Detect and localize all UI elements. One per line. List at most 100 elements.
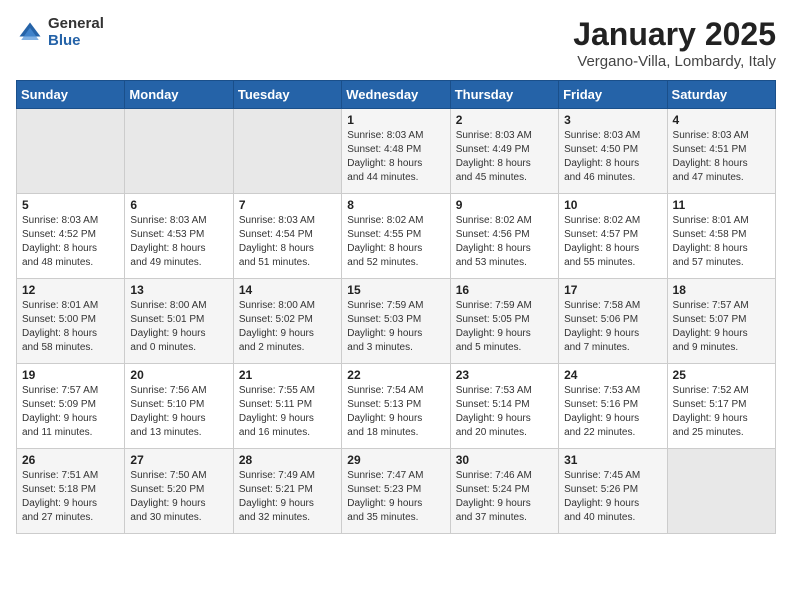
day-number: 20 [130, 368, 227, 382]
calendar-cell: 13Sunrise: 8:00 AM Sunset: 5:01 PM Dayli… [125, 279, 233, 364]
day-info: Sunrise: 7:54 AM Sunset: 5:13 PM Dayligh… [347, 384, 444, 440]
calendar-week-5: 26Sunrise: 7:51 AM Sunset: 5:18 PM Dayli… [17, 449, 776, 534]
day-info: Sunrise: 8:02 AM Sunset: 4:55 PM Dayligh… [347, 214, 444, 270]
day-info: Sunrise: 7:59 AM Sunset: 5:03 PM Dayligh… [347, 299, 444, 355]
header-wednesday: Wednesday [342, 81, 450, 109]
day-info: Sunrise: 8:03 AM Sunset: 4:50 PM Dayligh… [564, 129, 661, 185]
day-info: Sunrise: 8:01 AM Sunset: 4:58 PM Dayligh… [673, 214, 770, 270]
day-number: 10 [564, 198, 661, 212]
day-info: Sunrise: 7:53 AM Sunset: 5:14 PM Dayligh… [456, 384, 553, 440]
header-saturday: Saturday [667, 81, 775, 109]
calendar-cell: 5Sunrise: 8:03 AM Sunset: 4:52 PM Daylig… [17, 194, 125, 279]
calendar-cell [17, 109, 125, 194]
calendar-cell: 9 Sunrise: 8:02 AM Sunset: 4:56 PM Daylig… [450, 194, 558, 279]
day-number: 24 [564, 368, 661, 382]
calendar-cell [125, 109, 233, 194]
day-number: 30 [456, 453, 553, 467]
calendar-cell: 14Sunrise: 8:00 AM Sunset: 5:02 PM Dayli… [233, 279, 341, 364]
calendar-cell: 16 Sunrise: 7:59 AM Sunset: 5:05 PM Dayli… [450, 279, 558, 364]
day-number: 12 [22, 283, 119, 297]
header-sunday: Sunday [17, 81, 125, 109]
day-number: 27 [130, 453, 227, 467]
calendar-cell: 1 Sunrise: 8:03 AM Sunset: 4:48 PM Daylig… [342, 109, 450, 194]
calendar-subtitle: Vergano-Villa, Lombardy, Italy [573, 53, 776, 70]
calendar-header: Sunday Monday Tuesday Wednesday Thursday… [17, 81, 776, 109]
day-number: 11 [673, 198, 770, 212]
day-info: Sunrise: 7:59 AM Sunset: 5:05 PM Dayligh… [456, 299, 553, 355]
calendar-cell: 27 Sunrise: 7:50 AM Sunset: 5:20 PM Dayli… [125, 449, 233, 534]
day-info: Sunrise: 8:00 AM Sunset: 5:01 PM Dayligh… [130, 299, 227, 355]
calendar-cell: 15 Sunrise: 7:59 AM Sunset: 5:03 PM Dayli… [342, 279, 450, 364]
title-block: January 2025 Vergano-Villa, Lombardy, It… [573, 16, 776, 70]
day-number: 2 [456, 113, 553, 127]
day-info: Sunrise: 7:58 AM Sunset: 5:06 PM Dayligh… [564, 299, 661, 355]
day-info: Sunrise: 8:03 AM Sunset: 4:52 PM Dayligh… [22, 214, 119, 270]
calendar-cell: 7 Sunrise: 8:03 AM Sunset: 4:54 PM Daylig… [233, 194, 341, 279]
day-number: 7 [239, 198, 336, 212]
logo-icon [16, 19, 44, 47]
calendar-cell: 2 Sunrise: 8:03 AM Sunset: 4:49 PM Daylig… [450, 109, 558, 194]
day-number: 17 [564, 283, 661, 297]
day-info: Sunrise: 7:49 AM Sunset: 5:21 PM Dayligh… [239, 469, 336, 525]
calendar-cell: 23 Sunrise: 7:53 AM Sunset: 5:14 PM Dayli… [450, 364, 558, 449]
page-header: General Blue January 2025 Vergano-Villa,… [16, 16, 776, 70]
calendar-cell: 22Sunrise: 7:54 AM Sunset: 5:13 PM Dayli… [342, 364, 450, 449]
day-info: Sunrise: 8:02 AM Sunset: 4:56 PM Dayligh… [456, 214, 553, 270]
day-info: Sunrise: 7:52 AM Sunset: 5:17 PM Dayligh… [673, 384, 770, 440]
day-number: 31 [564, 453, 661, 467]
day-info: Sunrise: 8:03 AM Sunset: 4:49 PM Dayligh… [456, 129, 553, 185]
calendar-body: 1 Sunrise: 8:03 AM Sunset: 4:48 PM Daylig… [17, 109, 776, 534]
day-number: 4 [673, 113, 770, 127]
day-info: Sunrise: 8:00 AM Sunset: 5:02 PM Dayligh… [239, 299, 336, 355]
calendar-cell: 29Sunrise: 7:47 AM Sunset: 5:23 PM Dayli… [342, 449, 450, 534]
day-number: 28 [239, 453, 336, 467]
day-number: 26 [22, 453, 119, 467]
day-info: Sunrise: 7:50 AM Sunset: 5:20 PM Dayligh… [130, 469, 227, 525]
logo-general-text: General [48, 16, 104, 33]
day-number: 6 [130, 198, 227, 212]
day-info: Sunrise: 7:56 AM Sunset: 5:10 PM Dayligh… [130, 384, 227, 440]
calendar-cell: 18 Sunrise: 7:57 AM Sunset: 5:07 PM Dayli… [667, 279, 775, 364]
header-thursday: Thursday [450, 81, 558, 109]
calendar-cell: 25Sunrise: 7:52 AM Sunset: 5:17 PM Dayli… [667, 364, 775, 449]
header-friday: Friday [559, 81, 667, 109]
day-info: Sunrise: 8:02 AM Sunset: 4:57 PM Dayligh… [564, 214, 661, 270]
calendar-cell: 8Sunrise: 8:02 AM Sunset: 4:55 PM Daylig… [342, 194, 450, 279]
logo: General Blue [16, 16, 104, 49]
calendar-cell: 4 Sunrise: 8:03 AM Sunset: 4:51 PM Daylig… [667, 109, 775, 194]
calendar-cell: 10 Sunrise: 8:02 AM Sunset: 4:57 PM Dayli… [559, 194, 667, 279]
day-info: Sunrise: 7:57 AM Sunset: 5:09 PM Dayligh… [22, 384, 119, 440]
calendar-title: January 2025 [573, 16, 776, 53]
calendar-cell: 12 Sunrise: 8:01 AM Sunset: 5:00 PM Dayli… [17, 279, 125, 364]
day-number: 23 [456, 368, 553, 382]
day-number: 19 [22, 368, 119, 382]
day-number: 1 [347, 113, 444, 127]
day-info: Sunrise: 7:53 AM Sunset: 5:16 PM Dayligh… [564, 384, 661, 440]
calendar-cell [233, 109, 341, 194]
day-info: Sunrise: 8:03 AM Sunset: 4:53 PM Dayligh… [130, 214, 227, 270]
calendar-week-1: 1 Sunrise: 8:03 AM Sunset: 4:48 PM Daylig… [17, 109, 776, 194]
calendar-week-4: 19 Sunrise: 7:57 AM Sunset: 5:09 PM Dayli… [17, 364, 776, 449]
calendar-cell [667, 449, 775, 534]
calendar-cell: 3Sunrise: 8:03 AM Sunset: 4:50 PM Daylig… [559, 109, 667, 194]
day-info: Sunrise: 7:55 AM Sunset: 5:11 PM Dayligh… [239, 384, 336, 440]
logo-text: General Blue [48, 16, 104, 49]
day-info: Sunrise: 8:01 AM Sunset: 5:00 PM Dayligh… [22, 299, 119, 355]
logo-blue-text: Blue [48, 33, 104, 50]
header-monday: Monday [125, 81, 233, 109]
day-number: 16 [456, 283, 553, 297]
day-number: 9 [456, 198, 553, 212]
day-number: 21 [239, 368, 336, 382]
calendar-cell: 28 Sunrise: 7:49 AM Sunset: 5:21 PM Dayli… [233, 449, 341, 534]
calendar-cell: 30Sunrise: 7:46 AM Sunset: 5:24 PM Dayli… [450, 449, 558, 534]
day-info: Sunrise: 7:47 AM Sunset: 5:23 PM Dayligh… [347, 469, 444, 525]
day-info: Sunrise: 7:57 AM Sunset: 5:07 PM Dayligh… [673, 299, 770, 355]
calendar-cell: 20 Sunrise: 7:56 AM Sunset: 5:10 PM Dayli… [125, 364, 233, 449]
header-row: Sunday Monday Tuesday Wednesday Thursday… [17, 81, 776, 109]
day-number: 15 [347, 283, 444, 297]
day-info: Sunrise: 8:03 AM Sunset: 4:54 PM Dayligh… [239, 214, 336, 270]
calendar-cell: 19 Sunrise: 7:57 AM Sunset: 5:09 PM Dayli… [17, 364, 125, 449]
day-number: 18 [673, 283, 770, 297]
day-info: Sunrise: 8:03 AM Sunset: 4:51 PM Dayligh… [673, 129, 770, 185]
day-info: Sunrise: 8:03 AM Sunset: 4:48 PM Dayligh… [347, 129, 444, 185]
